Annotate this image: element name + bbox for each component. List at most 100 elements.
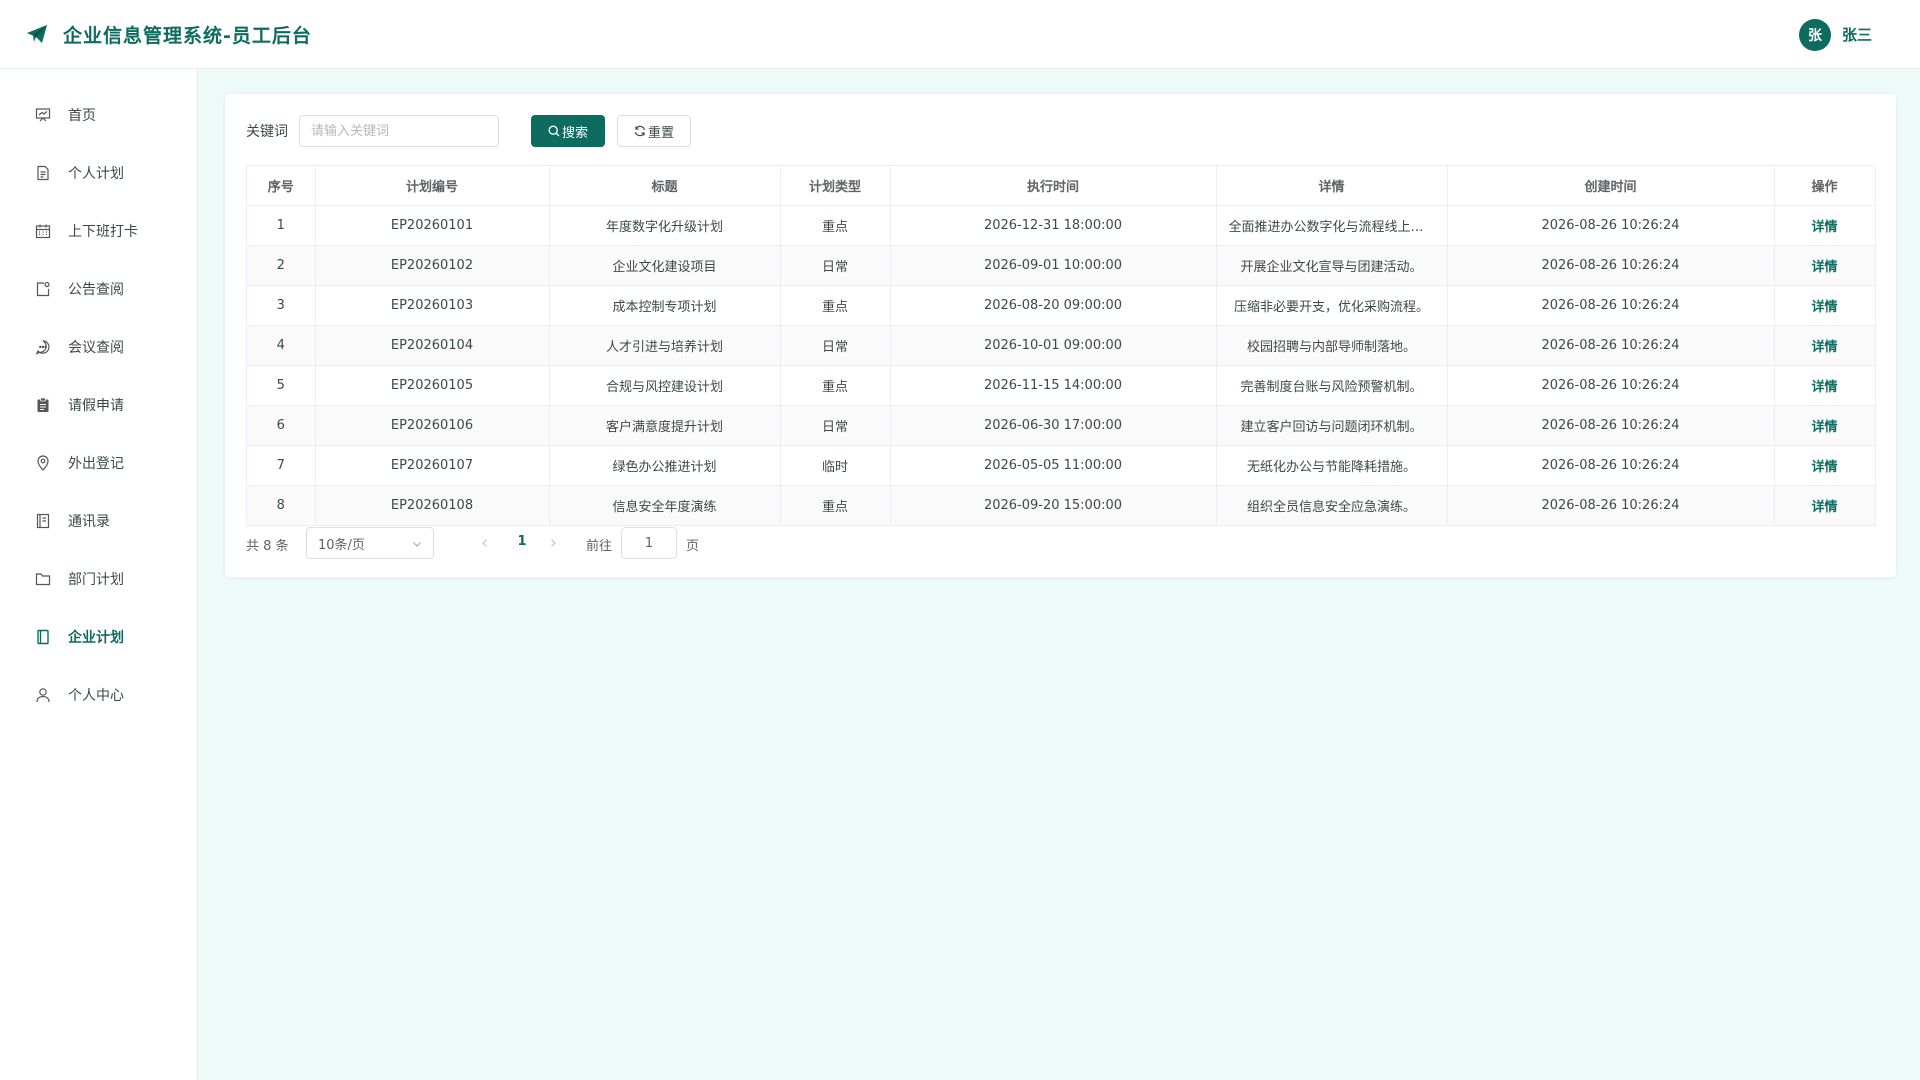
user-menu[interactable]: 张 张三: [1798, 0, 1872, 69]
paper-plane-icon: [25, 22, 49, 46]
cell-detail: 完善制度台账与风险预警机制。: [1216, 365, 1448, 406]
cell-index: 7: [247, 445, 316, 486]
clipboard-icon: [34, 396, 52, 414]
sidebar-item-contacts[interactable]: 通讯录: [0, 499, 198, 543]
sidebar-item-meetings[interactable]: 会议查阅: [0, 325, 198, 369]
table-row: 6 EP20260106 客户满意度提升计划 日常 2026-06-30 17:…: [247, 405, 1876, 446]
page-number-current[interactable]: 1: [512, 534, 532, 549]
cell-exec-time: 2026-09-01 10:00:00: [890, 245, 1217, 286]
search-button[interactable]: 搜索: [531, 115, 605, 147]
page-size-select[interactable]: 10条/页: [306, 527, 434, 559]
cell-detail: 建立客户回访与问题闭环机制。: [1216, 405, 1448, 446]
cell-created: 2026-08-26 10:26:24: [1447, 245, 1775, 286]
cell-title: 人才引进与培养计划: [549, 325, 781, 366]
column-header: 详情: [1216, 166, 1448, 206]
sidebar-item-personal-plan[interactable]: 个人计划: [0, 151, 198, 195]
cell-detail: 全面推进办公数字化与流程线上化。: [1216, 205, 1448, 246]
cell-title: 客户满意度提升计划: [549, 405, 781, 446]
cell-title: 合规与风控建设计划: [549, 365, 781, 406]
prev-page-icon[interactable]: [478, 536, 492, 550]
column-header: 创建时间: [1447, 166, 1775, 206]
table-row: 8 EP20260108 信息安全年度演练 重点 2026-09-20 15:0…: [247, 485, 1876, 526]
sidebar-item-clock-in[interactable]: 上下班打卡: [0, 209, 198, 253]
sidebar-item-label: 公告查阅: [68, 282, 124, 298]
detail-link[interactable]: 详情: [1774, 485, 1876, 526]
cell-type: 日常: [780, 405, 891, 446]
cell-type: 重点: [780, 365, 891, 406]
contact-book-icon: [34, 512, 52, 530]
cell-index: 3: [247, 285, 316, 326]
app-title: 企业信息管理系统-员工后台: [63, 24, 312, 47]
sidebar-item-label: 个人计划: [68, 166, 124, 182]
table-row: 4 EP20260104 人才引进与培养计划 日常 2026-10-01 09:…: [247, 325, 1876, 366]
keyword-label: 关键词: [246, 124, 288, 140]
cell-detail: 组织全员信息安全应急演练。: [1216, 485, 1448, 526]
cell-type: 临时: [780, 445, 891, 486]
cell-code: EP20260107: [315, 445, 550, 486]
detail-link[interactable]: 详情: [1774, 405, 1876, 446]
location-icon: [34, 454, 52, 472]
sidebar-item-dept-plan[interactable]: 部门计划: [0, 557, 198, 601]
cell-exec-time: 2026-05-05 11:00:00: [890, 445, 1217, 486]
cell-exec-time: 2026-10-01 09:00:00: [890, 325, 1217, 366]
sidebar-item-outing[interactable]: 外出登记: [0, 441, 198, 485]
cell-created: 2026-08-26 10:26:24: [1447, 445, 1775, 486]
cell-code: EP20260103: [315, 285, 550, 326]
cell-title: 成本控制专项计划: [549, 285, 781, 326]
notice-icon: [34, 280, 52, 298]
goto-page-input[interactable]: [621, 527, 677, 559]
user-name[interactable]: 张三: [1842, 24, 1872, 45]
cell-code: EP20260105: [315, 365, 550, 406]
sidebar: 首页 个人计划 上下班打卡 公告查阅 会议查阅 请假申请 外出登记 通讯录 部门…: [0, 69, 198, 1080]
search-icon: [548, 125, 560, 137]
cell-detail: 校园招聘与内部导师制落地。: [1216, 325, 1448, 366]
sidebar-item-enterprise-plan[interactable]: 企业计划: [0, 615, 198, 659]
presentation-icon: [34, 106, 52, 124]
sidebar-item-label: 上下班打卡: [68, 224, 138, 240]
cell-type: 重点: [780, 285, 891, 326]
cell-type: 重点: [780, 205, 891, 246]
detail-link[interactable]: 详情: [1774, 245, 1876, 286]
detail-link[interactable]: 详情: [1774, 445, 1876, 486]
cell-exec-time: 2026-06-30 17:00:00: [890, 405, 1217, 446]
cell-exec-time: 2026-09-20 15:00:00: [890, 485, 1217, 526]
detail-link[interactable]: 详情: [1774, 365, 1876, 406]
sidebar-item-profile[interactable]: 个人中心: [0, 673, 198, 717]
sidebar-item-notices[interactable]: 公告查阅: [0, 267, 198, 311]
sidebar-item-home[interactable]: 首页: [0, 93, 198, 137]
avatar[interactable]: 张: [1798, 18, 1831, 51]
cell-created: 2026-08-26 10:26:24: [1447, 485, 1775, 526]
cell-title: 企业文化建设项目: [549, 245, 781, 286]
page-size-value: 10条/页: [318, 537, 365, 553]
goto-label: 前往: [586, 539, 613, 554]
cell-code: EP20260101: [315, 205, 550, 246]
cell-index: 8: [247, 485, 316, 526]
search-input[interactable]: [299, 115, 499, 147]
cell-created: 2026-08-26 10:26:24: [1447, 285, 1775, 326]
detail-link[interactable]: 详情: [1774, 205, 1876, 246]
cell-created: 2026-08-26 10:26:24: [1447, 325, 1775, 366]
notebook-icon: [34, 628, 52, 646]
detail-link[interactable]: 详情: [1774, 285, 1876, 326]
document-icon: [34, 164, 52, 182]
folder-icon: [34, 570, 52, 588]
cell-title: 年度数字化升级计划: [549, 205, 781, 246]
cell-code: EP20260106: [315, 405, 550, 446]
next-page-icon[interactable]: [546, 536, 560, 550]
cell-index: 5: [247, 365, 316, 406]
chat-icon: [34, 338, 52, 356]
plan-table: 序号 计划编号 标题 计划类型 执行时间 详情 创建时间 操作 1 EP2026…: [246, 165, 1876, 526]
table-header-row: 序号 计划编号 标题 计划类型 执行时间 详情 创建时间 操作: [247, 166, 1876, 206]
cell-type: 日常: [780, 325, 891, 366]
cell-index: 6: [247, 405, 316, 446]
detail-link[interactable]: 详情: [1774, 325, 1876, 366]
table-row: 1 EP20260101 年度数字化升级计划 重点 2026-12-31 18:…: [247, 205, 1876, 246]
sidebar-item-leave[interactable]: 请假申请: [0, 383, 198, 427]
cell-detail: 压缩非必要开支，优化采购流程。: [1216, 285, 1448, 326]
reset-button[interactable]: 重置: [617, 115, 691, 147]
column-header: 操作: [1774, 166, 1876, 206]
column-header: 标题: [549, 166, 781, 206]
sidebar-item-label: 企业计划: [68, 630, 124, 646]
page-unit-label: 页: [686, 539, 700, 554]
column-header: 执行时间: [890, 166, 1217, 206]
